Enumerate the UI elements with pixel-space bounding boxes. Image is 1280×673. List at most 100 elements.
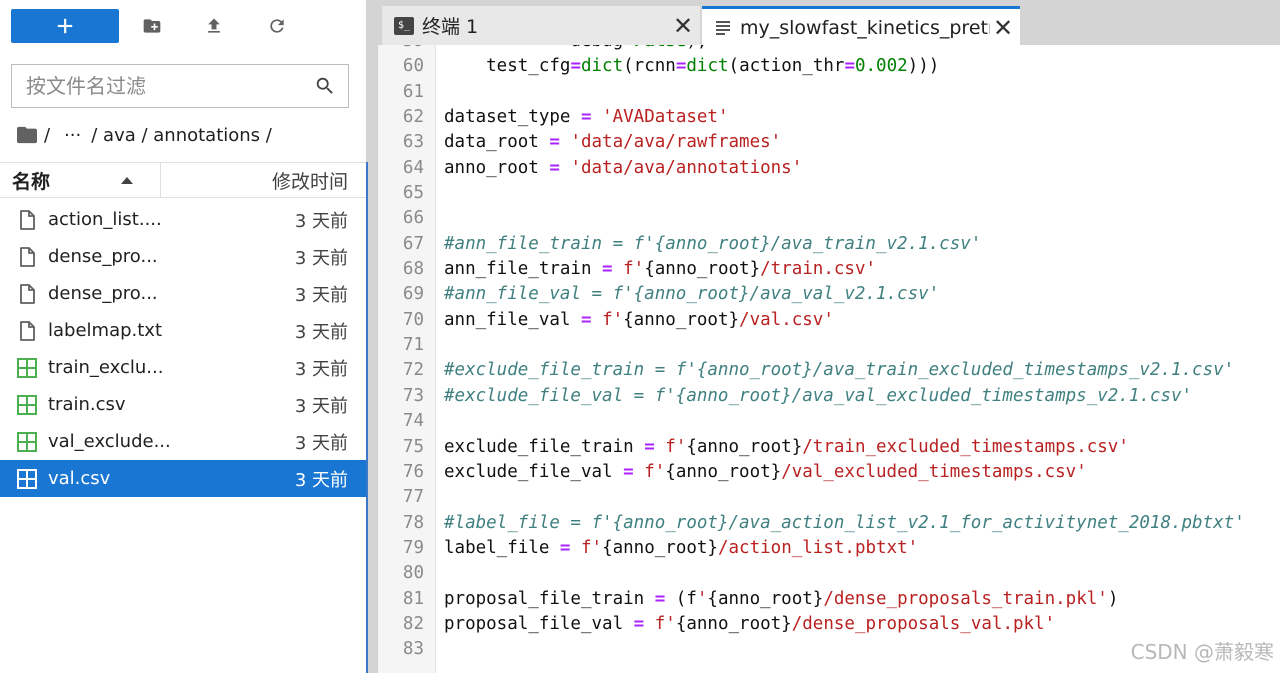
file-name: dense_pro...: [48, 246, 158, 267]
sort-ascending-icon: [121, 177, 133, 184]
line-number: 82: [402, 613, 424, 634]
code-line: 64 anno_root = 'data/ava/annotations': [378, 156, 1280, 181]
line-code: ann_file_train = f'{anno_root}/train.csv…: [444, 257, 876, 282]
panel-edge: [366, 162, 368, 673]
code-token: #exclude_file_train = f'{anno_root}/ava_…: [444, 360, 1235, 381]
close-icon[interactable]: ✕: [670, 14, 696, 38]
filter-input[interactable]: [26, 74, 314, 98]
new-launcher-button[interactable]: [11, 9, 119, 43]
code-token: exclude_file_train: [444, 436, 645, 457]
code-token: f': [581, 537, 603, 558]
file-row[interactable]: train.csv 3 天前: [0, 386, 366, 423]
breadcrumb-ellipsis[interactable]: ···: [64, 125, 81, 146]
line-number: 83: [402, 639, 424, 660]
folder-icon[interactable]: [16, 125, 38, 145]
line-number: 75: [402, 436, 424, 457]
code-token: ),: [686, 45, 707, 51]
code-token: (action_thr: [728, 56, 845, 77]
code-line: 60 test_cfg=dict(rcnn=dict(action_thr=0.…: [378, 54, 1280, 79]
code-line: 65: [378, 181, 1280, 206]
file-name: val_exclude...: [48, 431, 171, 452]
line-number: 59: [378, 45, 424, 54]
line-code: #exclude_file_val = f'{anno_root}/ava_va…: [444, 384, 1192, 409]
line-code: debug=False),: [444, 45, 707, 54]
code-token: =: [549, 157, 560, 178]
text-file-icon: [716, 20, 730, 35]
line-code: ann_file_val = f'{anno_root}/val.csv': [444, 308, 834, 333]
folder-plus-icon: [143, 19, 161, 33]
code-token: f': [602, 309, 624, 330]
code-line: 73 #exclude_file_val = f'{anno_root}/ava_…: [378, 384, 1280, 409]
line-code: exclude_file_val = f'{anno_root}/val_exc…: [444, 460, 1087, 485]
file-row[interactable]: val_exclude... 3 天前: [0, 423, 366, 460]
code-token: =: [570, 56, 581, 77]
file-row[interactable]: labelmap.txt 3 天前: [0, 312, 366, 349]
file-icon: [20, 210, 35, 230]
code-token: #label_file = f'{anno_root}/ava_action_l…: [444, 512, 1245, 533]
code-token: {anno_root}: [602, 537, 718, 558]
code-line: 66: [378, 206, 1280, 231]
breadcrumb-path[interactable]: / ava / annotations /: [91, 125, 272, 146]
file-row[interactable]: dense_pro... 3 天前: [0, 275, 366, 312]
refresh-button[interactable]: [262, 9, 292, 43]
code-token: anno_root: [444, 157, 550, 178]
code-token: #ann_file_train = f'{anno_root}/ava_trai…: [444, 233, 982, 254]
panel-splitter[interactable]: [366, 0, 378, 673]
code-token: ann_file_val: [444, 309, 581, 330]
line-number: 76: [402, 461, 424, 482]
file-row[interactable]: train_exclu... 3 天前: [0, 349, 366, 386]
tab-editor[interactable]: my_slowfast_kinetics_pretrair ✕: [702, 6, 1020, 46]
file-row[interactable]: dense_pro... 3 天前: [0, 238, 366, 275]
code-token: /train.csv': [760, 259, 877, 280]
line-number: 61: [402, 81, 424, 102]
file-modified: 3 天前: [294, 321, 348, 343]
code-token: /val_excluded_timestamps.csv': [781, 461, 1087, 482]
file-row[interactable]: val.csv 3 天前: [0, 460, 366, 497]
file-row[interactable]: action_list.... 3 天前: [0, 201, 366, 238]
file-name: train_exclu...: [48, 357, 164, 378]
tab-terminal-label: 终端 1: [422, 16, 479, 38]
line-number: 68: [402, 259, 424, 280]
file-modified: 3 天前: [294, 395, 348, 417]
code-token: =: [580, 309, 592, 330]
line-code: exclude_file_train = f'{anno_root}/train…: [444, 435, 1129, 460]
search-icon[interactable]: [314, 75, 336, 97]
code-token: 'data/ava/rawframes': [570, 132, 782, 153]
close-icon[interactable]: ✕: [990, 16, 1016, 40]
file-icon: [20, 321, 35, 341]
line-number: 67: [402, 233, 424, 254]
code-line: 79 label_file = f'{anno_root}/action_list…: [378, 536, 1280, 561]
code-token: False: [634, 45, 687, 51]
upload-button[interactable]: [199, 9, 229, 43]
code-token: dataset_type: [444, 107, 581, 128]
upload-icon: [208, 18, 220, 33]
line-number: 80: [402, 563, 424, 584]
line-number: 70: [402, 309, 424, 330]
new-folder-button[interactable]: [137, 9, 167, 43]
code-line: 76 exclude_file_val = f'{anno_root}/val_e…: [378, 460, 1280, 485]
code-token: /dense_proposals_val.pkl': [791, 613, 1056, 634]
line-number: 66: [402, 208, 424, 229]
code-token: =: [844, 56, 855, 77]
code-token: 'AVADataset': [602, 107, 729, 128]
code-token: =: [675, 56, 687, 77]
code-line: 82 proposal_file_val = f'{anno_root}/dens…: [378, 612, 1280, 637]
code-lines: 59 debug=False),60 test_cfg=dict(rcnn=di…: [378, 45, 1280, 663]
spreadsheet-icon: [17, 358, 37, 378]
column-header-modified[interactable]: 修改时间: [272, 163, 348, 197]
code-line: 75 exclude_file_train = f'{anno_root}/tra…: [378, 435, 1280, 460]
breadcrumb-separator: /: [44, 124, 51, 146]
line-number: 65: [402, 183, 424, 204]
file-name: train.csv: [48, 394, 126, 415]
code-token: /train_excluded_timestamps.csv': [802, 436, 1129, 457]
code-token: =: [602, 259, 613, 280]
code-line: 78 #label_file = f'{anno_root}/ava_action…: [378, 511, 1280, 536]
tab-terminal[interactable]: $_ 终端 1 ✕: [382, 6, 700, 45]
column-header-name[interactable]: 名称: [0, 163, 161, 197]
code-token: f': [623, 259, 645, 280]
code-editor[interactable]: 59 debug=False),60 test_cfg=dict(rcnn=di…: [378, 45, 1280, 673]
code-token: {anno_root}: [707, 588, 824, 609]
code-token: =: [549, 132, 560, 153]
